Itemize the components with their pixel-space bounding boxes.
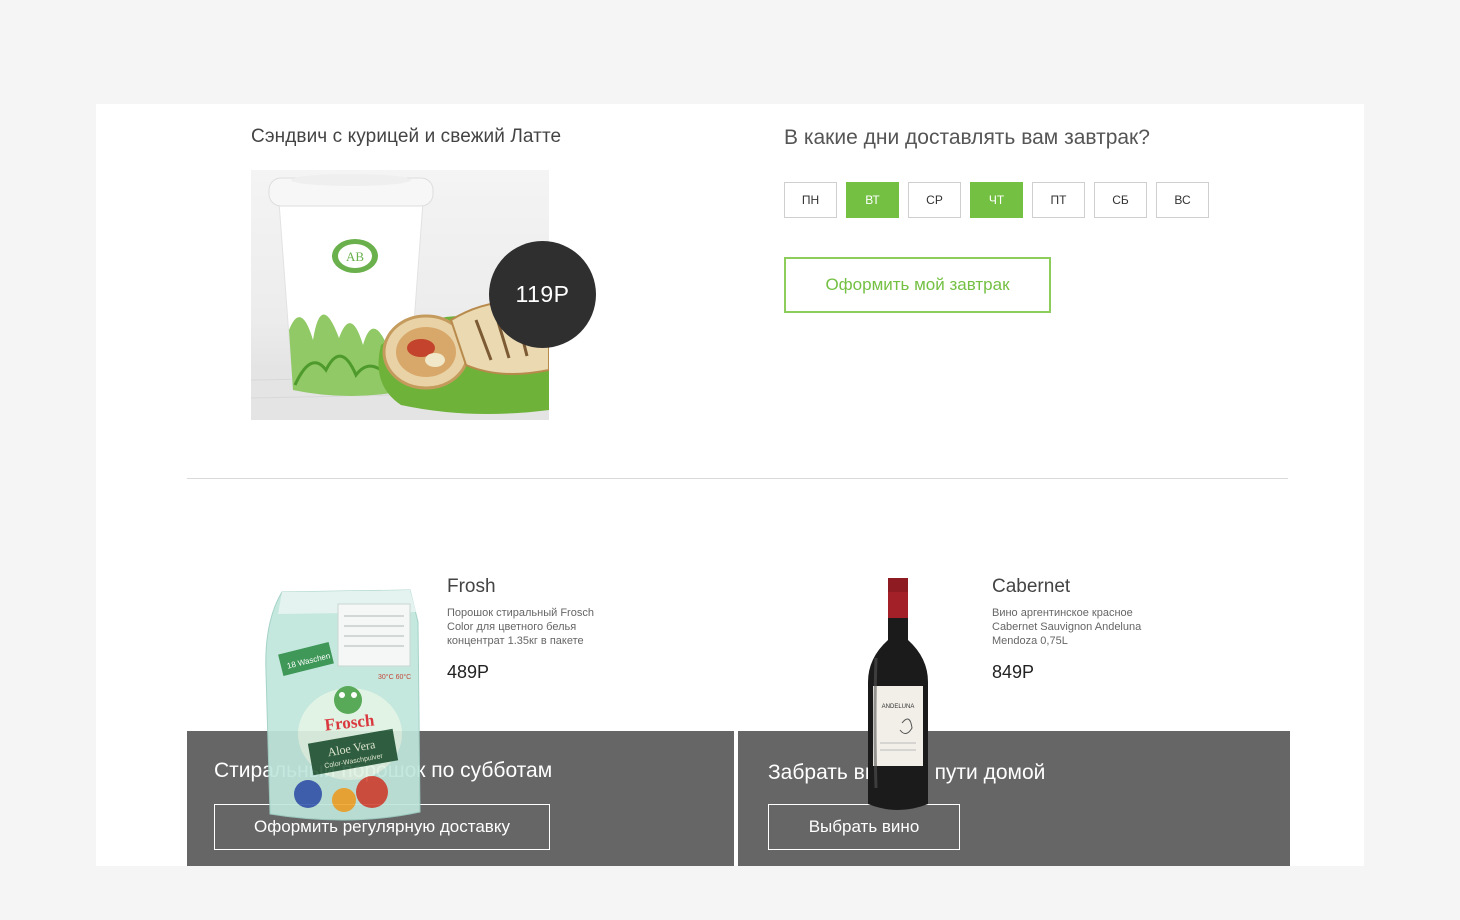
day-thu-button[interactable]: ЧТ xyxy=(970,182,1023,218)
day-wed-button[interactable]: СР xyxy=(908,182,961,218)
wine-promo-panel: Забрать вино по пути домой Выбрать вино xyxy=(738,731,1290,866)
wine-image[interactable]: ANDELUNA xyxy=(866,578,930,814)
wine-description: Вино аргентинское красное Cabernet Sauvi… xyxy=(992,607,1142,647)
wine-price: 849Р xyxy=(992,662,1035,682)
delivery-days-question: В какие дни доставлять вам завтрак? xyxy=(784,126,1150,149)
breakfast-title: Сэндвич с курицей и свежий Латте xyxy=(251,126,562,147)
day-tue-button[interactable]: ВТ xyxy=(846,182,899,218)
day-selector: ПН ВТ СР ЧТ ПТ СБ ВС xyxy=(784,182,1209,218)
section-divider xyxy=(187,478,1288,479)
detergent-price: 489Р xyxy=(447,662,490,682)
cup-logo-text: АВ xyxy=(346,249,364,264)
detergent-image[interactable]: 18 Waschen 30°C 60°C Frosch Aloe Vera Co… xyxy=(260,582,422,827)
wine-label-brand: ANDELUNA xyxy=(882,704,915,710)
main-card: Сэндвич с курицей и свежий Латте АВ 119Р… xyxy=(96,104,1364,866)
choose-wine-button[interactable]: Выбрать вино xyxy=(768,804,960,850)
day-fri-button[interactable]: ПТ xyxy=(1032,182,1085,218)
day-sun-button[interactable]: ВС xyxy=(1156,182,1209,218)
day-sat-button[interactable]: СБ xyxy=(1094,182,1147,218)
price-badge: 119Р xyxy=(489,241,596,348)
order-breakfast-button[interactable]: Оформить мой завтрак xyxy=(784,257,1051,313)
day-mon-button[interactable]: ПН xyxy=(784,182,837,218)
wine-name: Cabernet xyxy=(992,576,1071,597)
package-temp-text: 30°C 60°C xyxy=(378,673,411,681)
detergent-name: Frosh xyxy=(447,576,496,597)
detergent-description: Порошок стиральный Frosch Color для цвет… xyxy=(447,607,594,647)
